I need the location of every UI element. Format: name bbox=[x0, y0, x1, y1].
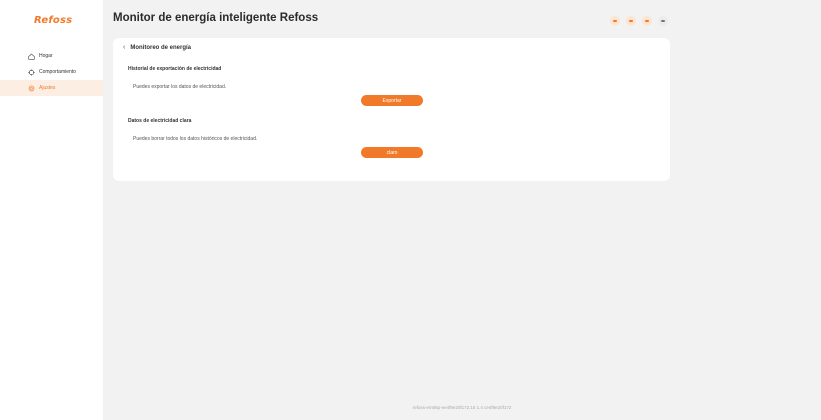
clear-data-title: Datos de electricidad clara bbox=[128, 118, 192, 124]
orange-circle-icon[interactable] bbox=[626, 16, 636, 26]
crosshair-icon bbox=[28, 68, 35, 76]
sidebar-nav: Hogar Comportamiento Ajustes bbox=[0, 48, 103, 96]
page-title: Monitor de energía inteligente Refoss bbox=[113, 12, 319, 24]
export-button[interactable]: Exportar bbox=[361, 95, 423, 106]
energy-monitoring-card: ‹ Monitoreo de energía Historial de expo… bbox=[113, 38, 670, 181]
gray-circle-icon[interactable] bbox=[658, 16, 668, 26]
clear-button[interactable]: claro bbox=[361, 147, 423, 158]
gear-icon bbox=[28, 85, 35, 91]
sidebar: Refoss Hogar Comportamiento Ajustes bbox=[0, 0, 103, 420]
sidebar-item-label: Hogar bbox=[39, 53, 53, 59]
sidebar-item-ajustes[interactable]: Ajustes bbox=[0, 80, 103, 96]
orange-circle-icon[interactable] bbox=[642, 16, 652, 26]
firmware-footer: refoss-em06p-ee4f9e20f172.15 1.4 ce4f9e2… bbox=[412, 405, 512, 410]
orange-circle-icon[interactable] bbox=[610, 16, 620, 26]
refoss-logo: Refoss bbox=[34, 15, 73, 26]
header-icon-group bbox=[610, 16, 674, 26]
card-heading: Monitoreo de energía bbox=[130, 44, 192, 51]
export-history-description: Puedes exportar los datos de electricida… bbox=[133, 84, 227, 90]
sidebar-item-hogar[interactable]: Hogar bbox=[0, 48, 103, 64]
home-icon bbox=[28, 53, 35, 60]
sidebar-item-label: Comportamiento bbox=[39, 69, 76, 75]
card-header: ‹ Monitoreo de energía bbox=[123, 44, 191, 51]
clear-data-description: Puedes borrar todos los datos históricos… bbox=[133, 136, 258, 142]
export-history-title: Historial de exportación de electricidad bbox=[128, 66, 222, 72]
back-chevron-icon[interactable]: ‹ bbox=[123, 44, 125, 51]
sidebar-item-label: Ajustes bbox=[39, 85, 56, 91]
sidebar-item-comportamiento[interactable]: Comportamiento bbox=[0, 64, 103, 80]
